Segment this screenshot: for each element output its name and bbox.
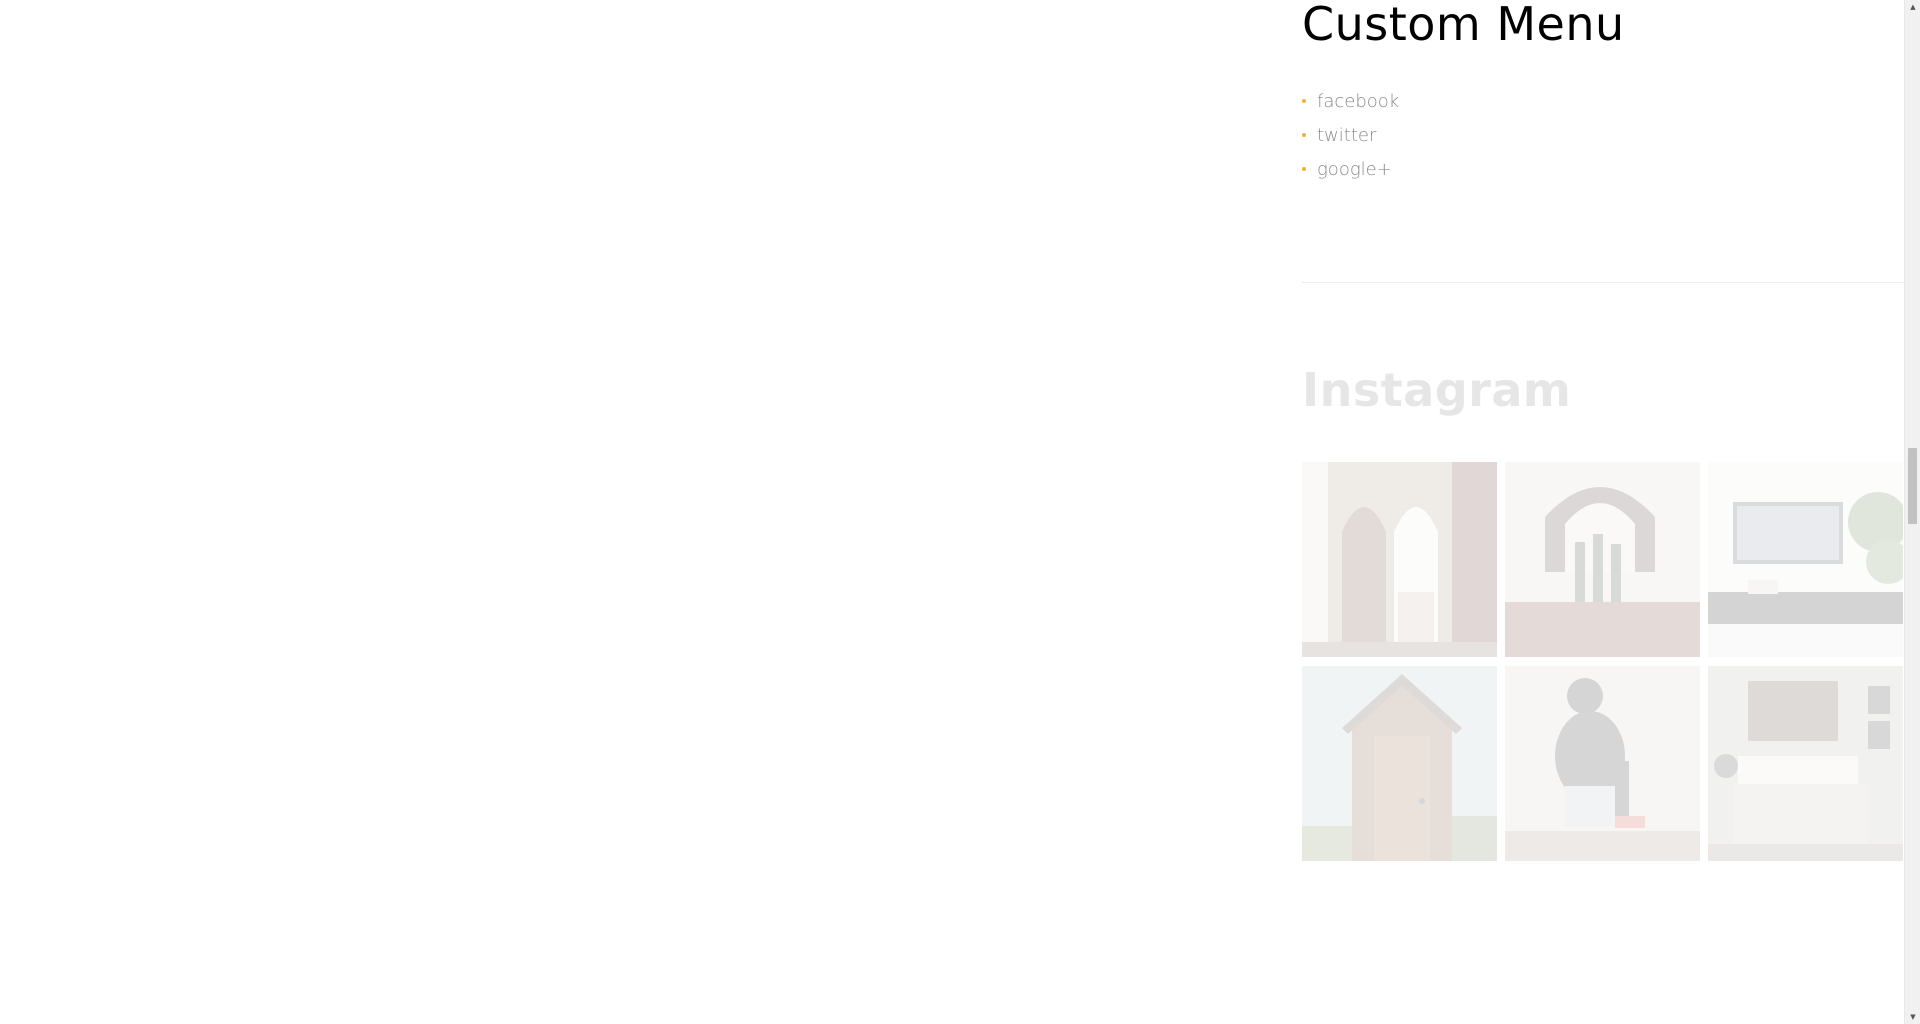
- instagram-photo-person-gravel[interactable]: [1505, 666, 1700, 861]
- vertical-scrollbar[interactable]: ▲ ▼: [1904, 0, 1920, 1024]
- instagram-photo-tv-console[interactable]: [1708, 462, 1903, 657]
- widget-divider: [1302, 282, 1904, 283]
- instagram-grid: [1302, 462, 1904, 861]
- instagram-photo-wooden-shed[interactable]: [1302, 666, 1497, 861]
- menu-link-google-plus[interactable]: google+: [1317, 159, 1392, 180]
- scrollbar-thumb[interactable]: [1908, 448, 1917, 524]
- custom-menu-list: facebook twitter google+: [1302, 84, 1399, 186]
- sidebar-widgets: Custom Menu facebook twitter google+ Ins…: [1302, 0, 1904, 1024]
- menu-item-google-plus[interactable]: google+: [1302, 152, 1399, 186]
- menu-item-facebook[interactable]: facebook: [1302, 84, 1399, 118]
- page: Custom Menu facebook twitter google+ Ins…: [0, 0, 1920, 1024]
- menu-item-twitter[interactable]: twitter: [1302, 118, 1399, 152]
- bullet-icon: [1302, 99, 1306, 103]
- photo-image: [1302, 666, 1497, 861]
- photo-image: [1708, 462, 1903, 657]
- menu-link-facebook[interactable]: facebook: [1317, 91, 1399, 112]
- menu-link-twitter[interactable]: twitter: [1317, 125, 1376, 146]
- instagram-title: Instagram: [1302, 363, 1572, 417]
- instagram-photo-gothic-door[interactable]: [1302, 462, 1497, 657]
- instagram-photo-bedroom[interactable]: [1708, 666, 1903, 861]
- scroll-down-icon[interactable]: ▼: [1905, 1010, 1920, 1024]
- photo-image: [1505, 462, 1700, 657]
- scroll-up-icon[interactable]: ▲: [1905, 0, 1920, 14]
- bullet-icon: [1302, 167, 1306, 171]
- photo-image: [1708, 666, 1903, 861]
- photo-image: [1505, 666, 1700, 861]
- photo-image: [1302, 462, 1497, 657]
- bullet-icon: [1302, 133, 1306, 137]
- instagram-photo-arched-mirror[interactable]: [1505, 462, 1700, 657]
- custom-menu-title: Custom Menu: [1302, 0, 1625, 51]
